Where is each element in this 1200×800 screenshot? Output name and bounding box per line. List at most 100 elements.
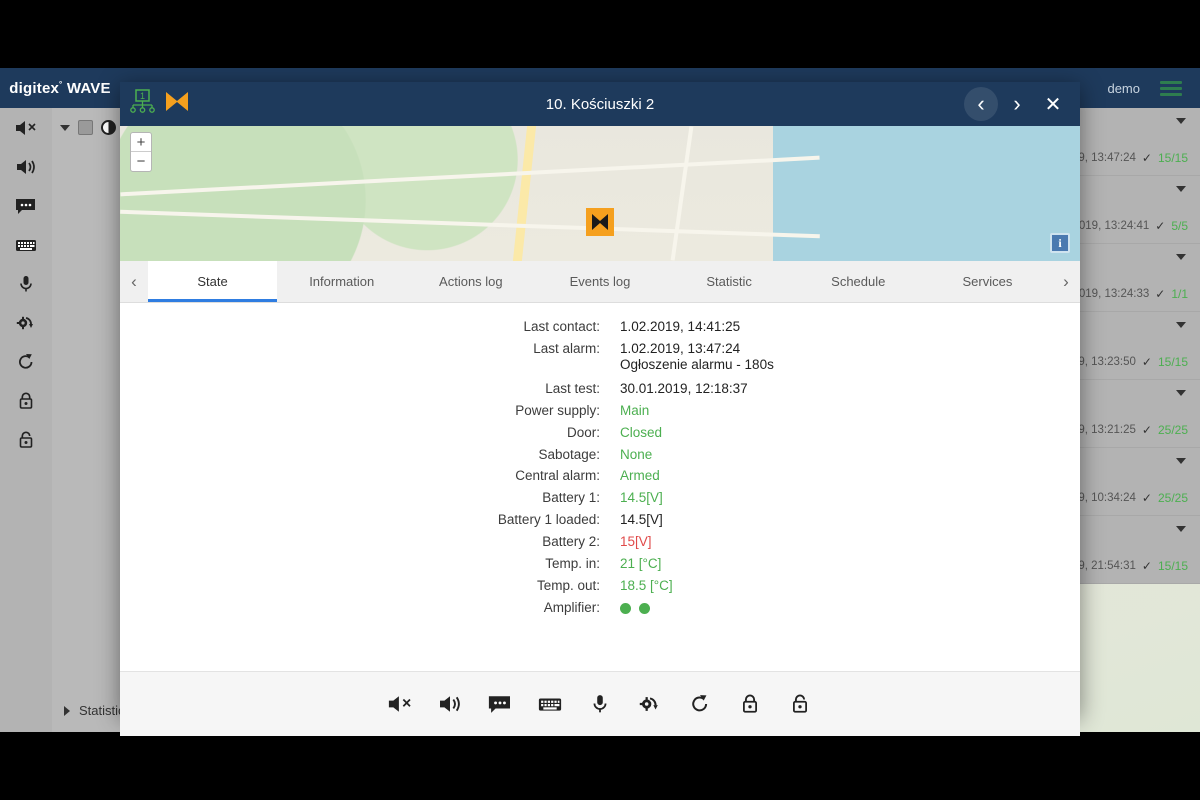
app-logo[interactable]: digitex° WAVE [0, 80, 120, 97]
zoom-out-button[interactable]: − [131, 152, 151, 171]
mute-icon [15, 119, 37, 137]
state-row: Door:Closed [120, 425, 1080, 441]
siren-icon[interactable] [164, 89, 190, 120]
rail-button-message[interactable] [0, 186, 52, 225]
state-value: 1.02.2019, 14:41:25 [620, 319, 740, 335]
state-value-primary: Closed [620, 425, 662, 441]
state-value-primary: 1.02.2019, 14:41:25 [620, 319, 740, 335]
tab-label: Information [309, 274, 374, 289]
tabs-next-arrow[interactable]: › [1052, 261, 1080, 302]
device-group-icon[interactable]: 1 [130, 89, 156, 120]
status-dot [639, 603, 650, 614]
lock-icon [15, 392, 37, 410]
close-modal-button[interactable]: ✕ [1036, 87, 1070, 121]
rail-button-volume[interactable] [0, 147, 52, 186]
rail-button-unlock[interactable] [0, 420, 52, 459]
chevron-down-icon[interactable] [1176, 526, 1186, 532]
state-label: Temp. out: [120, 578, 620, 594]
event-count: 15/15 [1158, 559, 1188, 573]
chevron-down-icon[interactable] [1176, 322, 1186, 328]
footer-button-keyboard[interactable] [533, 687, 567, 721]
footer-button-settings-sync[interactable] [633, 687, 667, 721]
svg-text:1: 1 [140, 91, 145, 101]
next-device-button[interactable]: › [1000, 87, 1034, 121]
microphone-icon [15, 275, 37, 293]
state-row: Last alarm:1.02.2019, 13:47:24Ogłoszenie… [120, 341, 1080, 373]
tab-label: State [197, 274, 227, 289]
tab-statistic[interactable]: Statistic [665, 261, 794, 302]
tab-state[interactable]: State [148, 261, 277, 302]
event-count: 1/1 [1171, 287, 1188, 301]
chevron-down-icon[interactable] [1176, 254, 1186, 260]
state-value-primary: None [620, 447, 652, 463]
state-row: Sabotage:None [120, 447, 1080, 463]
tabs-prev-arrow[interactable]: ‹ [120, 261, 148, 302]
modal-footer-toolbar [120, 671, 1080, 736]
state-value-secondary: Ogłoszenie alarmu - 180s [620, 357, 774, 373]
state-value: None [620, 447, 652, 463]
siren-marker[interactable] [586, 208, 614, 236]
chevron-down-icon[interactable] [1176, 186, 1186, 192]
lock-icon [737, 694, 763, 714]
state-value-primary: 18.5 [°C] [620, 578, 673, 594]
footer-button-lock[interactable] [733, 687, 767, 721]
refresh-icon [687, 694, 713, 714]
user-label[interactable]: demo [1107, 81, 1140, 96]
state-label: Last alarm: [120, 341, 620, 373]
state-value-primary: Main [620, 403, 649, 419]
tree-select-all-checkbox[interactable] [78, 120, 93, 135]
state-value-primary: Armed [620, 468, 660, 484]
zoom-in-button[interactable]: + [131, 133, 151, 152]
refresh-icon [15, 353, 37, 371]
tab-actions-log[interactable]: Actions log [406, 261, 535, 302]
tab-events-log[interactable]: Events log [535, 261, 664, 302]
chevron-down-icon[interactable] [60, 125, 70, 131]
state-label: Sabotage: [120, 447, 620, 463]
state-value: 14.5[V] [620, 512, 663, 528]
event-meta: 2.2019, 13:24:33✓1/1 [1063, 287, 1188, 301]
modal-actions: ‹ › ✕ [964, 87, 1070, 121]
volume-icon [437, 694, 463, 714]
tab-label: Statistic [706, 274, 752, 289]
map-info-button[interactable]: i [1050, 233, 1070, 253]
state-row: Battery 1:14.5[V] [120, 490, 1080, 506]
footer-button-message[interactable] [483, 687, 517, 721]
state-value: 14.5[V] [620, 490, 663, 506]
hamburger-menu-icon[interactable] [1160, 78, 1182, 99]
map-road [671, 126, 694, 260]
state-label: Last test: [120, 381, 620, 397]
prev-device-button[interactable]: ‹ [964, 87, 998, 121]
rail-button-mute[interactable] [0, 108, 52, 147]
footer-button-volume[interactable] [433, 687, 467, 721]
state-value-primary: 21 [°C] [620, 556, 661, 572]
tab-information[interactable]: Information [277, 261, 406, 302]
left-icon-rail [0, 108, 52, 732]
tab-schedule[interactable]: Schedule [794, 261, 923, 302]
status-dot [620, 603, 631, 614]
rail-button-lock[interactable] [0, 381, 52, 420]
rail-button-keyboard[interactable] [0, 225, 52, 264]
state-value: Main [620, 403, 649, 419]
chevron-down-icon[interactable] [1176, 118, 1186, 124]
tab-label: Services [962, 274, 1012, 289]
contrast-icon[interactable] [101, 120, 116, 135]
state-value-primary: 15[V] [620, 534, 652, 550]
state-value: 15[V] [620, 534, 652, 550]
chevron-down-icon[interactable] [1176, 458, 1186, 464]
keyboard-icon [15, 236, 37, 254]
chevron-down-icon[interactable] [1176, 390, 1186, 396]
tab-services[interactable]: Services [923, 261, 1052, 302]
state-row: Temp. out:18.5 [°C] [120, 578, 1080, 594]
state-row: Power supply:Main [120, 403, 1080, 419]
footer-button-microphone[interactable] [583, 687, 617, 721]
rail-button-refresh[interactable] [0, 342, 52, 381]
modal-map[interactable]: + − i [120, 126, 1080, 261]
rail-button-settings-sync[interactable] [0, 303, 52, 342]
footer-button-unlock[interactable] [783, 687, 817, 721]
footer-button-refresh[interactable] [683, 687, 717, 721]
microphone-icon [587, 694, 613, 714]
rail-button-microphone[interactable] [0, 264, 52, 303]
settings-sync-icon [15, 314, 37, 332]
check-icon: ✓ [1155, 287, 1165, 301]
footer-button-mute[interactable] [383, 687, 417, 721]
